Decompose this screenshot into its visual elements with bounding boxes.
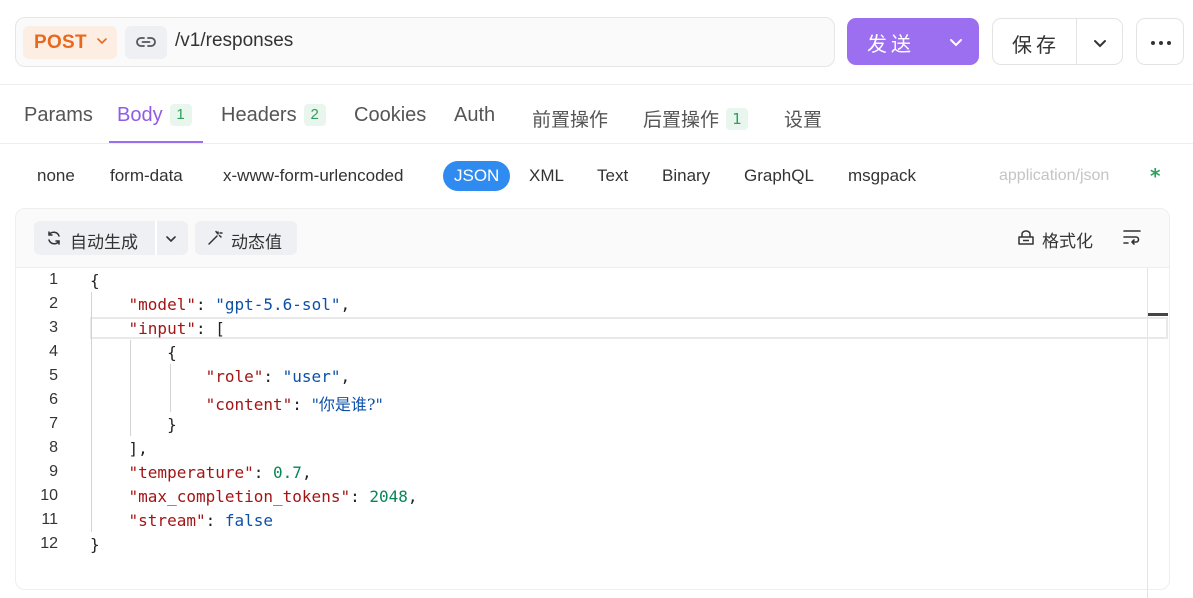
code-line: "input": [: [128, 319, 225, 338]
required-mark: *: [1150, 164, 1161, 188]
url-bar: POST /v1/responses: [15, 17, 835, 67]
body-type-urlencoded[interactable]: x-www-form-urlencoded: [223, 166, 403, 186]
body-type-json[interactable]: JSON: [443, 161, 511, 191]
json-key: "max_completion_tokens": [128, 487, 351, 506]
code-line: "content": "你是谁?": [205, 395, 383, 414]
line-number: 2: [49, 295, 58, 312]
body-type-binary[interactable]: Binary: [662, 166, 710, 186]
code-line: "max_completion_tokens": 2048,: [128, 487, 418, 506]
divider: [155, 221, 157, 255]
body-type-xml[interactable]: XML: [529, 166, 564, 186]
body-type-text[interactable]: Text: [597, 166, 628, 186]
json-string: "user": [282, 367, 341, 386]
tab-cookies[interactable]: Cookies: [354, 104, 426, 127]
method-select[interactable]: POST: [23, 26, 117, 59]
line-number: 10: [40, 487, 58, 504]
line-number: 1: [49, 271, 58, 288]
code-line: }: [90, 535, 100, 554]
body-type-none[interactable]: none: [37, 166, 75, 186]
tab-badge: 1: [169, 104, 192, 126]
active-line-highlight: [90, 317, 1168, 339]
chevron-down-icon: [97, 38, 107, 45]
json-key: "model": [128, 295, 196, 314]
editor-toolbar: 自动生成 动态值 格式化: [16, 209, 1169, 268]
dot: [1159, 41, 1163, 45]
dot: [1167, 41, 1171, 45]
divider: [1076, 19, 1077, 64]
line-number: 12: [40, 535, 58, 552]
more-dots-icon[interactable]: [1136, 18, 1184, 65]
json-key: "temperature": [128, 463, 254, 482]
code-line: "temperature": 0.7,: [128, 463, 312, 482]
link-button[interactable]: [125, 26, 167, 59]
format-icon: [1018, 230, 1034, 245]
body-editor-panel: 自动生成 动态值 格式化 1 2 3 4 5 6 7 8 9 10 11 12 …: [15, 208, 1170, 598]
refresh-icon: [48, 231, 60, 245]
json-string: "gpt-5.6-sol": [215, 295, 341, 314]
line-number: 9: [49, 463, 58, 480]
code-line: {: [90, 271, 100, 290]
tab-badge: 1: [726, 108, 749, 130]
tab-headers[interactable]: Headers 2: [221, 104, 326, 127]
json-key: "stream": [128, 511, 206, 530]
line-number: 4: [49, 343, 58, 360]
code-line: "stream": false: [128, 511, 274, 530]
divider: [0, 84, 1193, 85]
json-key: "role": [205, 367, 264, 386]
scrollbar[interactable]: [1147, 268, 1148, 598]
dynamic-value-button[interactable]: 动态值: [195, 221, 297, 255]
tab-post-processors[interactable]: 后置操作 1: [643, 105, 749, 132]
line-number: 11: [41, 511, 58, 528]
send-label: 发送: [867, 32, 915, 56]
line-number: 7: [49, 415, 58, 432]
save-label: 保存: [1012, 33, 1060, 57]
code-line: "model": "gpt-5.6-sol",: [128, 295, 351, 314]
magic-wand-icon: [208, 230, 223, 245]
json-number: 0.7: [273, 463, 302, 482]
tab-pre-processors[interactable]: 前置操作: [532, 105, 608, 132]
tab-badge: 2: [303, 104, 326, 126]
code-editor[interactable]: 1 2 3 4 5 6 7 8 9 10 11 12 { "model": "g…: [16, 268, 1169, 598]
auto-generate-button[interactable]: 自动生成: [34, 221, 188, 255]
tab-body[interactable]: Body 1: [117, 104, 192, 127]
dynamic-value-label: 动态值: [231, 233, 282, 253]
line-number: 3: [49, 319, 58, 336]
chevron-down-icon[interactable]: [164, 232, 178, 246]
code-line: "role": "user",: [205, 367, 351, 386]
chevron-down-icon[interactable]: [1091, 34, 1109, 52]
code-line: ],: [90, 439, 148, 458]
line-number: 5: [49, 367, 58, 384]
json-key: "content": [205, 395, 293, 414]
send-button[interactable]: 发送: [847, 18, 979, 65]
scrollbar-cursor-marker: [1148, 313, 1168, 316]
tab-params[interactable]: Params: [24, 104, 93, 127]
code-line: }: [90, 415, 177, 434]
code-line: {: [90, 343, 177, 362]
url-input[interactable]: /v1/responses: [175, 30, 293, 52]
tab-settings[interactable]: 设置: [784, 105, 822, 132]
json-string: "你是谁?": [311, 395, 383, 414]
divider: [0, 143, 1193, 144]
json-key: "input": [128, 319, 196, 338]
dot: [1151, 41, 1155, 45]
wrap-lines-icon[interactable]: [1122, 228, 1142, 246]
body-type-graphql[interactable]: GraphQL: [744, 166, 814, 186]
content-type-label: application/json: [999, 167, 1110, 184]
body-type-form-data[interactable]: form-data: [110, 166, 183, 186]
method-label: POST: [34, 32, 87, 53]
auto-generate-label: 自动生成: [70, 233, 138, 253]
tab-auth[interactable]: Auth: [454, 104, 495, 127]
chevron-down-icon[interactable]: [947, 33, 965, 51]
link-icon: [136, 37, 156, 47]
json-boolean: false: [224, 511, 274, 530]
format-label: 格式化: [1042, 232, 1093, 252]
json-number: 2048: [369, 487, 408, 506]
save-button[interactable]: 保存: [992, 18, 1123, 65]
body-type-msgpack[interactable]: msgpack: [848, 166, 916, 186]
line-number: 8: [49, 439, 58, 456]
line-number: 6: [49, 391, 58, 408]
